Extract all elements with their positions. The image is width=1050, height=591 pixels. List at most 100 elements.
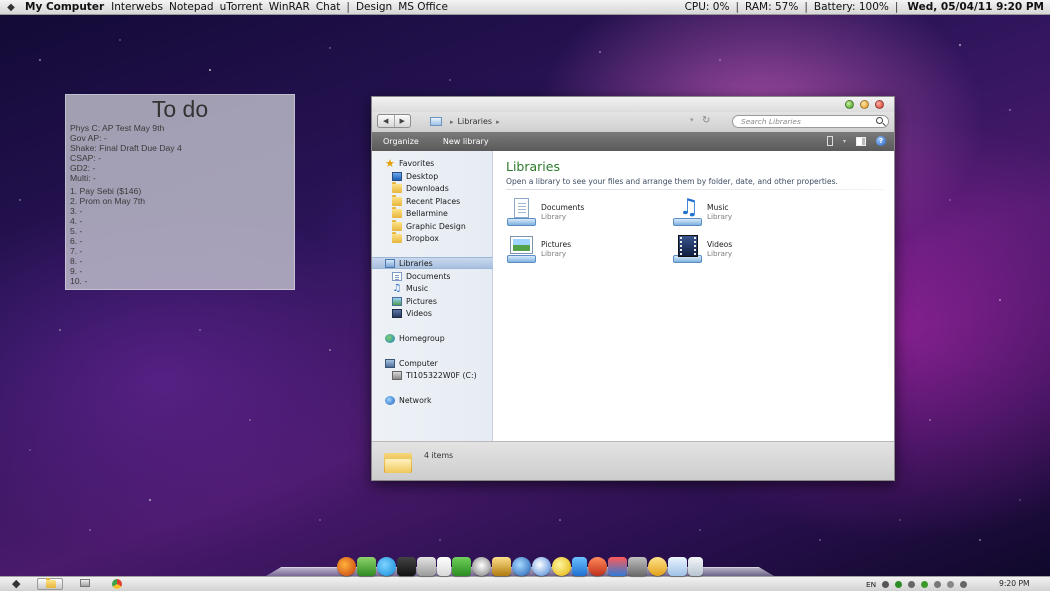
- nav-item-downloads[interactable]: Downloads: [372, 182, 493, 195]
- nav-homegroup[interactable]: Homegroup: [372, 332, 493, 344]
- system-icon[interactable]: [628, 557, 647, 576]
- menu-chat[interactable]: Chat: [313, 1, 344, 13]
- nav-item-music[interactable]: ♫ Music: [372, 283, 493, 295]
- todo-subjects: Phys C: AP Test May 9th Gov AP: - Shake:…: [66, 123, 294, 287]
- trash-icon[interactable]: [688, 557, 703, 576]
- paint-icon[interactable]: [608, 557, 627, 576]
- music-icon: ♫: [392, 283, 402, 294]
- menu-interwebs[interactable]: Interwebs: [108, 1, 166, 13]
- nav-network[interactable]: Network: [372, 394, 493, 406]
- libraries-icon: [430, 117, 442, 126]
- preview-pane-icon[interactable]: [856, 136, 866, 146]
- nav-libraries[interactable]: Libraries: [372, 257, 493, 269]
- todo-line: GD2: -: [70, 162, 96, 173]
- maximize-button[interactable]: [860, 100, 869, 109]
- apple-menu-icon[interactable]: ◆: [0, 2, 22, 13]
- amazon-icon[interactable]: [397, 557, 416, 576]
- minimize-button[interactable]: [845, 100, 854, 109]
- red-app-icon[interactable]: [588, 557, 607, 576]
- view-dropdown-icon[interactable]: ▾: [843, 138, 846, 145]
- refresh-icon[interactable]: ↻: [702, 115, 710, 126]
- pictures-icon: [392, 296, 402, 306]
- menu-winrar[interactable]: WinRAR: [266, 1, 313, 13]
- close-button[interactable]: [875, 100, 884, 109]
- search-icon[interactable]: [876, 117, 883, 124]
- tray-icon[interactable]: [921, 580, 929, 588]
- itunes-icon[interactable]: [512, 557, 531, 576]
- help-icon[interactable]: ?: [876, 136, 886, 146]
- nav-favorites[interactable]: ★ Favorites: [372, 157, 493, 169]
- tray-icon[interactable]: [895, 580, 903, 588]
- document-icon[interactable]: [437, 557, 451, 576]
- pictures-library-icon: [506, 234, 538, 264]
- address-bar[interactable]: ▸ Libraries ▸: [430, 114, 720, 129]
- spreadsheet-icon[interactable]: [452, 557, 471, 576]
- skype-icon[interactable]: [377, 557, 396, 576]
- search-input[interactable]: Search Libraries: [732, 115, 889, 128]
- utorrent-icon[interactable]: [492, 557, 511, 576]
- nav-item-dropbox[interactable]: Dropbox: [372, 232, 493, 245]
- library-pictures[interactable]: Pictures Library: [506, 234, 656, 264]
- volume-icon[interactable]: [947, 580, 955, 588]
- tray-icon[interactable]: [934, 580, 942, 588]
- nav-label: Desktop: [406, 171, 439, 181]
- breadcrumb-arrow-icon[interactable]: ▸: [450, 118, 454, 126]
- nav-label: Dropbox: [406, 234, 439, 243]
- library-videos[interactable]: Videos Library: [672, 234, 822, 264]
- library-music[interactable]: ♫ Music Library: [672, 197, 822, 227]
- menu-utorrent[interactable]: uTorrent: [217, 1, 266, 13]
- taskbar-explorer-button[interactable]: [37, 578, 63, 590]
- yellow-app-icon[interactable]: [648, 557, 667, 576]
- nav-item-videos[interactable]: Videos: [372, 308, 493, 320]
- nav-item-graphic-design[interactable]: Graphic Design: [372, 219, 493, 232]
- search-placeholder: Search Libraries: [741, 117, 801, 126]
- menu-notepad[interactable]: Notepad: [166, 1, 217, 13]
- todo-line: Shake: Final Draft Due Day 4: [70, 142, 182, 153]
- foxy-icon[interactable]: [472, 557, 491, 576]
- safari-icon[interactable]: [532, 557, 551, 576]
- organize-button[interactable]: Organize: [372, 137, 431, 146]
- change-view-icon[interactable]: [826, 136, 833, 146]
- app-icon[interactable]: [572, 557, 587, 576]
- menu-separator: |: [346, 1, 350, 13]
- hard-drive-icon: [392, 371, 402, 380]
- nav-item-pictures[interactable]: Pictures: [372, 295, 493, 307]
- forward-button[interactable]: ▶: [393, 115, 411, 127]
- music-library-icon: ♫: [672, 197, 704, 227]
- folder-icon[interactable]: [668, 557, 687, 576]
- language-indicator[interactable]: EN: [866, 580, 876, 589]
- window-icon: [80, 579, 90, 587]
- nav-item-bellarmine[interactable]: Bellarmine: [372, 207, 493, 220]
- nav-item-desktop[interactable]: Desktop: [372, 170, 493, 182]
- nav-item-documents[interactable]: Documents: [372, 270, 493, 282]
- nav-computer[interactable]: Computer: [372, 357, 493, 369]
- new-library-button[interactable]: New library: [431, 137, 501, 146]
- start-button-icon[interactable]: ◆: [12, 577, 20, 591]
- firefox-icon[interactable]: [337, 557, 356, 576]
- breadcrumb[interactable]: Libraries: [458, 117, 493, 126]
- nav-item-recent-places[interactable]: Recent Places: [372, 194, 493, 207]
- window-titlebar[interactable]: [372, 97, 894, 112]
- folder-icon: [384, 451, 412, 473]
- nav-label: Bellarmine: [406, 209, 448, 218]
- tray-icon[interactable]: [882, 580, 890, 588]
- tray-icon[interactable]: [908, 580, 916, 588]
- status-separator: |: [894, 1, 899, 13]
- taskbar-app-button[interactable]: [72, 578, 98, 590]
- breadcrumb-arrow-icon[interactable]: ▸: [496, 118, 500, 126]
- green-app-icon[interactable]: [357, 557, 376, 576]
- taskbar-chrome-button[interactable]: [104, 578, 130, 590]
- menu-my-computer[interactable]: My Computer: [22, 1, 108, 13]
- nav-item-drive-c[interactable]: TI105322W0F (C:): [372, 370, 493, 382]
- taskbar-clock[interactable]: 9:20 PM: [999, 577, 1030, 591]
- menu-ms-office[interactable]: MS Office: [395, 1, 451, 13]
- back-button[interactable]: ◀: [378, 115, 394, 127]
- network-icon[interactable]: [960, 580, 968, 588]
- mail-icon[interactable]: [417, 557, 436, 576]
- library-documents[interactable]: Documents Library: [506, 197, 656, 227]
- address-dropdown-icon[interactable]: ▾: [690, 116, 694, 124]
- todo-task: 9. -: [70, 265, 83, 276]
- menu-design[interactable]: Design: [353, 1, 395, 13]
- disc-icon[interactable]: [552, 557, 571, 576]
- todo-task: 5. -: [70, 226, 83, 237]
